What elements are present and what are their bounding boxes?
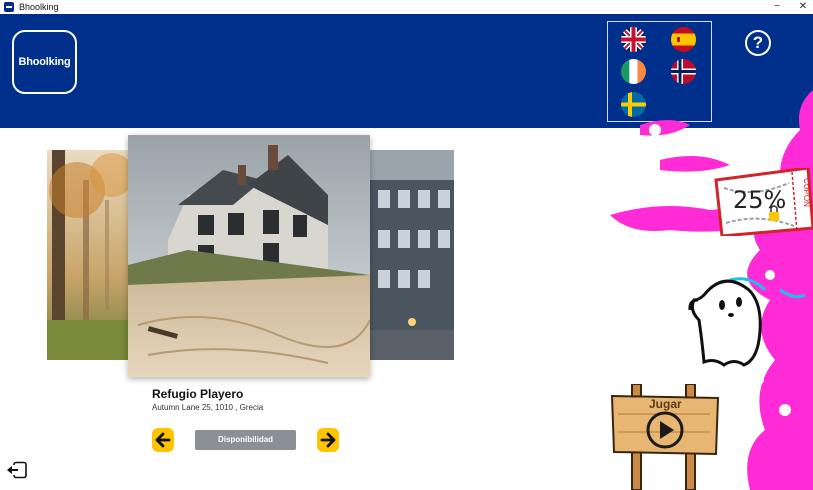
coupon-side-text: CUPON bbox=[802, 178, 811, 207]
logout-icon[interactable] bbox=[6, 461, 28, 479]
ireland-flag-icon[interactable] bbox=[621, 59, 646, 84]
ghost-icon bbox=[684, 270, 774, 370]
logo-text: Bhoolking bbox=[18, 56, 71, 68]
arrow-right-icon bbox=[320, 432, 336, 448]
listing-address: Autumn Lane 25, 1010 , Grecia bbox=[152, 403, 264, 412]
window-title-bar: Bhoolking − ✕ bbox=[0, 0, 813, 14]
window-title: Bhoolking bbox=[19, 2, 59, 12]
previous-arrow-button[interactable] bbox=[152, 428, 174, 452]
minimize-button[interactable]: − bbox=[766, 0, 788, 14]
help-icon[interactable]: ? bbox=[745, 30, 771, 56]
next-arrow-button[interactable] bbox=[317, 428, 339, 452]
listing-name: Refugio Playero bbox=[152, 387, 244, 401]
play-sign-label: Jugar bbox=[649, 397, 682, 411]
spain-flag-icon[interactable] bbox=[671, 27, 696, 52]
app-icon bbox=[4, 2, 14, 12]
logo[interactable]: Bhoolking bbox=[12, 30, 77, 94]
uk-flag-icon[interactable] bbox=[621, 27, 646, 52]
listing-main-image[interactable] bbox=[128, 135, 370, 377]
norway-flag-icon[interactable] bbox=[671, 59, 696, 84]
carousel-next-image[interactable] bbox=[368, 150, 454, 360]
availability-button[interactable]: Disponibilidad bbox=[195, 430, 296, 450]
carousel-previous-image[interactable] bbox=[47, 150, 131, 360]
arrow-left-icon bbox=[155, 432, 171, 448]
close-button[interactable]: ✕ bbox=[792, 0, 813, 14]
coupon-percent: 25% bbox=[733, 186, 787, 214]
